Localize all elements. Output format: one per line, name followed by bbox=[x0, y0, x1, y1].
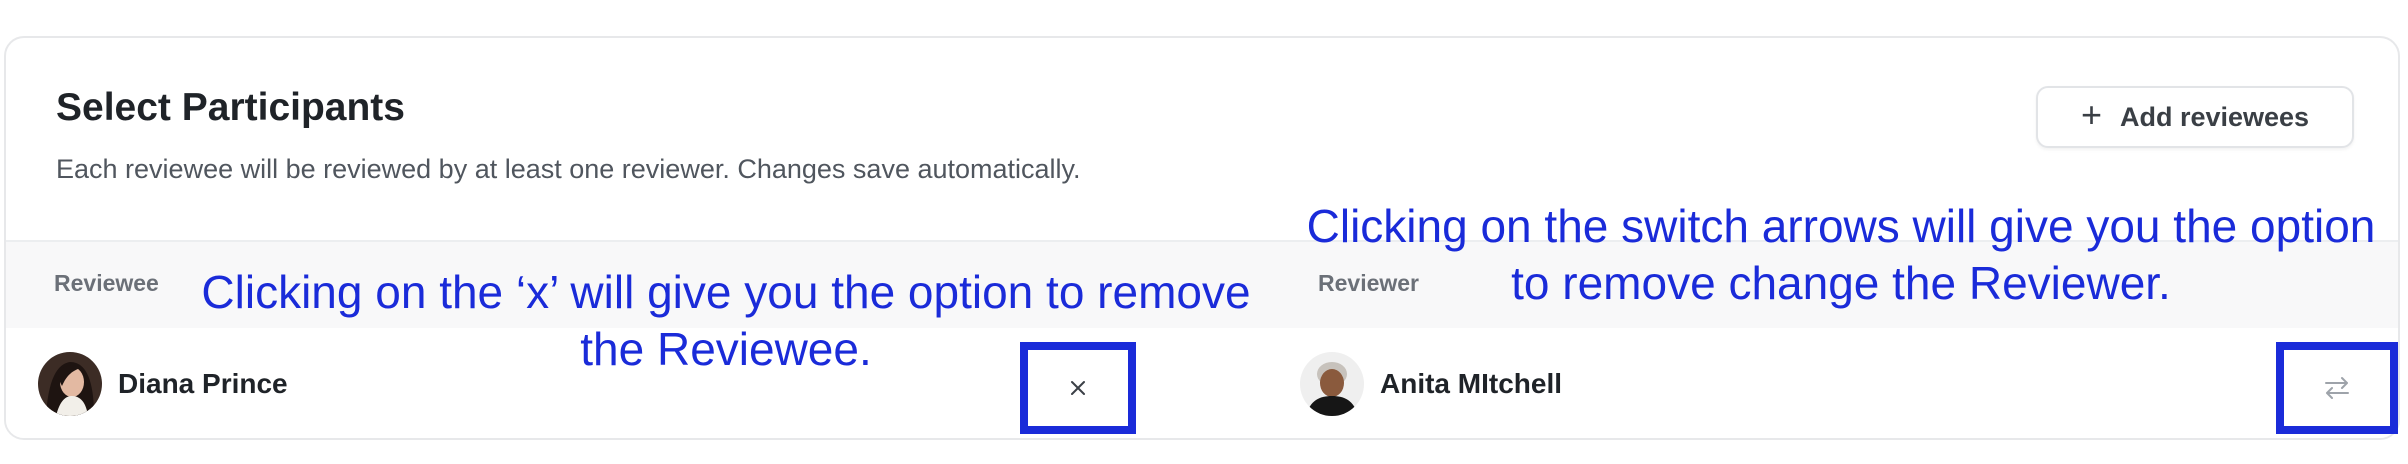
add-reviewees-label: Add reviewees bbox=[2119, 101, 2310, 132]
page-title: Select Participants bbox=[56, 86, 405, 129]
close-icon bbox=[1071, 381, 1085, 395]
column-header-reviewee: Reviewee bbox=[54, 270, 159, 296]
switch-annotation: Clicking on the switch arrows will give … bbox=[1276, 198, 2406, 312]
remove-annotation-line-1: Clicking on the ‘x’ will give you the op… bbox=[201, 266, 1251, 318]
add-reviewees-button[interactable]: + Add reviewees bbox=[2036, 86, 2354, 148]
reviewer-name: Anita MItchell bbox=[1380, 368, 1563, 399]
remove-annotation: Clicking on the ‘x’ will give you the op… bbox=[176, 264, 1276, 378]
avatar bbox=[38, 352, 102, 416]
screenshot-canvas: Select Participants Each reviewee will b… bbox=[0, 0, 2408, 464]
switch-annotation-line-1: Clicking on the switch arrows will give … bbox=[1306, 200, 2376, 252]
reviewer-cell: Anita MItchell bbox=[1300, 352, 1562, 416]
remove-annotation-line-2: the Reviewee. bbox=[580, 323, 872, 375]
swap-arrows-icon bbox=[2325, 377, 2349, 399]
avatar bbox=[1300, 352, 1364, 416]
switch-reviewer-button[interactable] bbox=[2276, 342, 2398, 434]
page-subtitle: Each reviewee will be reviewed by at lea… bbox=[56, 154, 1081, 184]
plus-icon: + bbox=[2080, 94, 2102, 135]
switch-annotation-line-2: to remove change the Reviewer. bbox=[1511, 257, 2171, 309]
